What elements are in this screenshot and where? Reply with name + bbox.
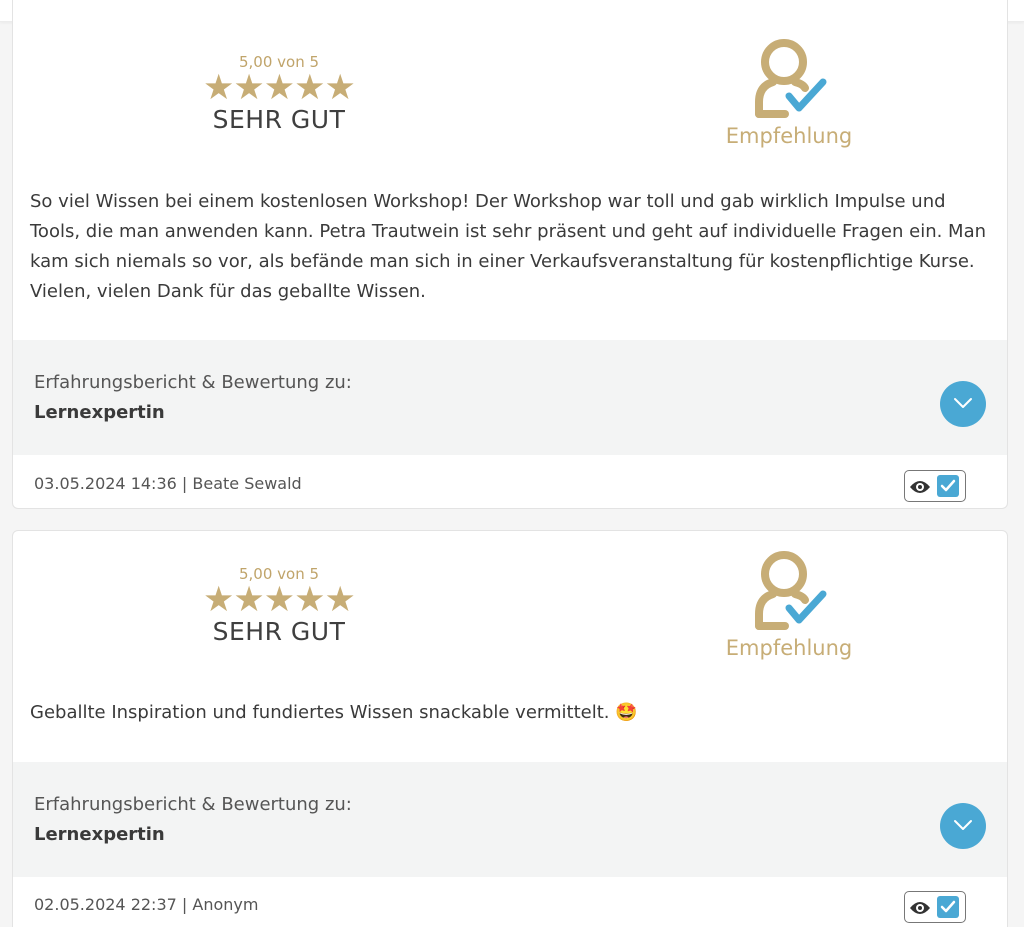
checkbox-checked-icon[interactable] bbox=[937, 475, 959, 497]
rating-block: 5,00 von 5 ★★★★★ SEHR GUT bbox=[179, 565, 379, 646]
expand-button[interactable] bbox=[940, 381, 986, 427]
product-name[interactable]: Lernexpertin bbox=[34, 402, 165, 423]
review-meta: 02.05.2024 22:37 | Anonym bbox=[34, 895, 259, 914]
recommendation-label: Empfehlung bbox=[725, 124, 853, 148]
checkbox-checked-icon[interactable] bbox=[937, 896, 959, 918]
eye-icon bbox=[910, 902, 930, 914]
chevron-down-icon bbox=[954, 820, 972, 830]
review-text: Geballte Inspiration und fundiertes Wiss… bbox=[30, 702, 638, 723]
visibility-toggle[interactable] bbox=[904, 470, 966, 502]
person-check-icon bbox=[755, 551, 827, 630]
review-card: 5,00 von 5 ★★★★★ SEHR GUT Empfehlung So … bbox=[12, 0, 1008, 509]
review-text: So viel Wissen bei einem kostenlosen Wor… bbox=[30, 191, 987, 302]
rating-verdict: SEHR GUT bbox=[212, 105, 346, 134]
expand-button[interactable] bbox=[940, 803, 986, 849]
review-meta: 03.05.2024 14:36 | Beate Sewald bbox=[34, 474, 302, 493]
product-name[interactable]: Lernexpertin bbox=[34, 824, 165, 845]
visibility-toggle[interactable] bbox=[904, 891, 966, 923]
star-icon: ★★★★★ bbox=[203, 580, 356, 620]
star-icon: ★★★★★ bbox=[203, 68, 356, 108]
product-panel: Erfahrungsbericht & Bewertung zu: Lernex… bbox=[13, 340, 1007, 455]
product-caption: Erfahrungsbericht & Bewertung zu: bbox=[34, 794, 352, 815]
person-check-icon bbox=[755, 39, 827, 118]
chevron-down-icon bbox=[954, 398, 972, 408]
recommendation-block: Empfehlung bbox=[699, 36, 879, 148]
review-card: 5,00 von 5 ★★★★★ SEHR GUT Empfehlung Geb… bbox=[12, 530, 1008, 927]
product-caption: Erfahrungsbericht & Bewertung zu: bbox=[34, 372, 352, 393]
rating-verdict: SEHR GUT bbox=[212, 617, 346, 646]
eye-icon bbox=[910, 481, 930, 493]
recommendation-label: Empfehlung bbox=[725, 636, 853, 660]
product-panel: Erfahrungsbericht & Bewertung zu: Lernex… bbox=[13, 762, 1007, 877]
recommendation-block: Empfehlung bbox=[699, 548, 879, 660]
rating-block: 5,00 von 5 ★★★★★ SEHR GUT bbox=[179, 53, 379, 134]
